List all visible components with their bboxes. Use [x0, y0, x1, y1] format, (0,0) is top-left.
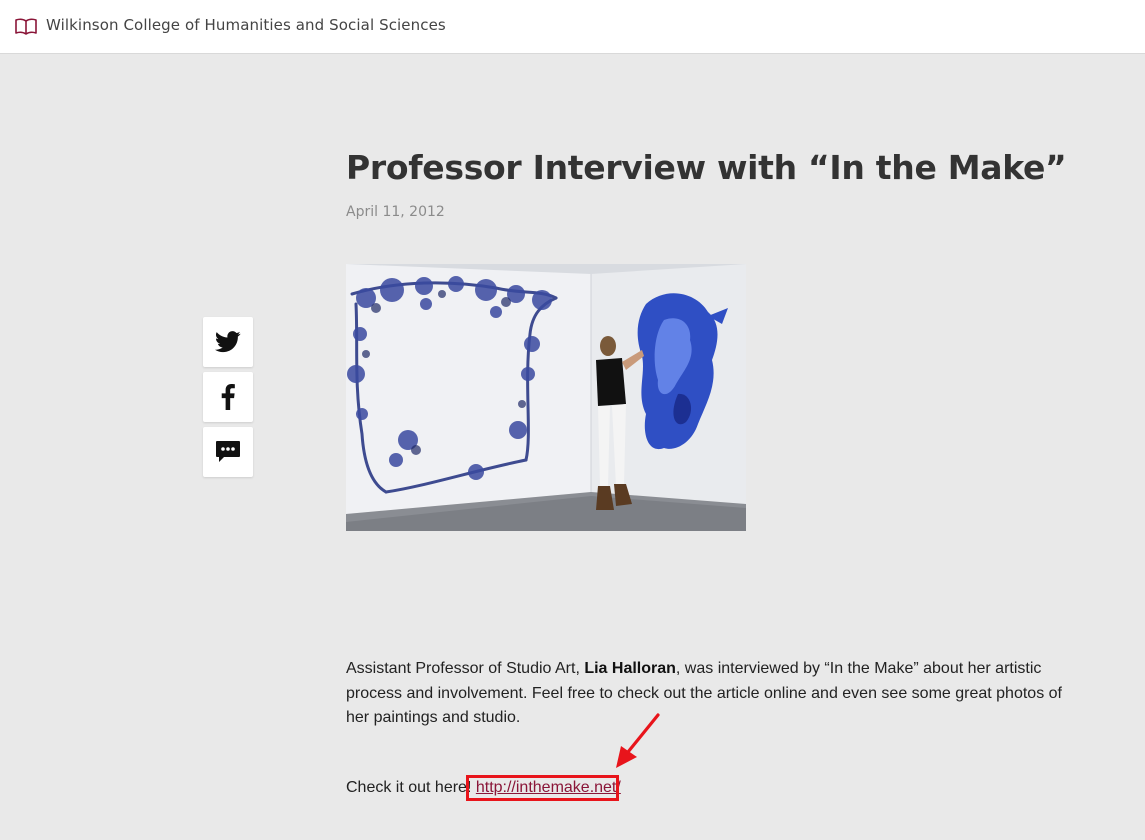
book-icon[interactable]: [15, 18, 37, 35]
professor-name: Lia Halloran: [584, 660, 676, 677]
twitter-share-button[interactable]: [203, 317, 253, 367]
facebook-share-button[interactable]: [203, 372, 253, 422]
facebook-icon: [221, 384, 235, 410]
comment-icon: [216, 441, 240, 462]
site-title[interactable]: Wilkinson College of Humanities and Soci…: [46, 16, 446, 34]
article-title: Professor Interview with “In the Make”: [346, 148, 1067, 187]
twitter-icon: [215, 331, 241, 353]
article-body: Assistant Professor of Studio Art, Lia H…: [346, 657, 1076, 731]
top-bar: Wilkinson College of Humanities and Soci…: [0, 0, 1145, 54]
intro-text-start: Assistant Professor of Studio Art,: [346, 660, 585, 677]
check-label: Check it out here!: [346, 779, 476, 796]
article-date: April 11, 2012: [346, 204, 445, 220]
comment-share-button[interactable]: [203, 427, 253, 477]
external-article-link[interactable]: http://inthemake.net/: [476, 779, 621, 796]
check-it-out-line: Check it out here! http://inthemake.net/: [346, 779, 621, 797]
article-hero-image: [346, 264, 746, 531]
